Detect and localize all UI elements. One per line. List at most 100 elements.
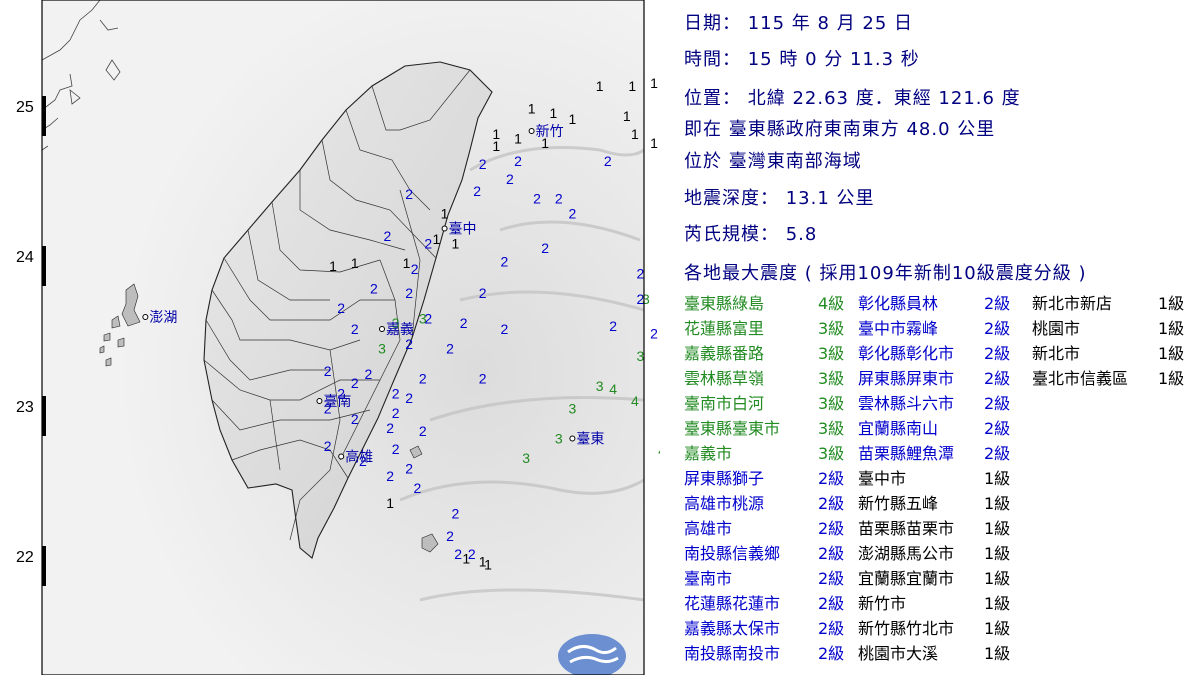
latitude-label: 25 — [16, 99, 34, 116]
station-intensity-marker: 2 — [479, 285, 487, 301]
relative-location-label: 即在 臺東縣政府東南東方 48.0 公里 — [684, 119, 996, 140]
intensity-level: 3級 — [818, 444, 845, 463]
city-dot — [379, 326, 385, 332]
city-label: 嘉義 — [386, 321, 414, 338]
city-label: 臺南 — [323, 394, 351, 410]
station-intensity-marker: 2 — [405, 285, 413, 301]
latitude-labels: 25 24 23 22 — [16, 99, 34, 566]
intensity-level: 1級 — [984, 494, 1011, 513]
station-name: 桃園市 — [1032, 319, 1081, 338]
station-intensity-marker: 4 — [631, 393, 639, 409]
station-intensity-marker: 2 — [411, 261, 419, 277]
station-intensity-marker: 1 — [329, 258, 337, 274]
intensity-row: 臺南市 2級 — [684, 566, 854, 591]
intensity-row: 臺東縣臺東市 3級 — [684, 416, 854, 441]
station-name: 彰化縣彰化市 — [858, 344, 955, 363]
station-name: 南投縣南投市 — [684, 644, 781, 663]
station-intensity-marker: 2 — [650, 326, 658, 342]
intensity-column-2: 彰化縣員林 2級 臺中市霧峰 2級 彰化縣彰化市 2級 屏東縣屏東市 2級 雲林縣斗六市 2級 宜蘭… — [858, 291, 1028, 666]
station-intensity-marker: 2 — [351, 375, 359, 391]
station-intensity-marker: 2 — [501, 254, 509, 270]
intensity-level: 1級 — [1158, 344, 1185, 363]
station-intensity-marker: 2 — [637, 266, 645, 282]
station-name: 雲林縣斗六市 — [858, 394, 955, 413]
intensity-level: 2級 — [818, 619, 845, 638]
station-intensity-marker: 2 — [337, 300, 345, 316]
station-intensity-marker: 2 — [370, 281, 378, 297]
station-name: 嘉義市 — [684, 444, 733, 463]
intensity-level: 1級 — [1158, 319, 1185, 338]
station-intensity-marker: 1 — [623, 108, 631, 124]
intensity-level: 2級 — [818, 544, 845, 563]
intensity-row: 屏東縣獅子 2級 — [684, 466, 854, 491]
intensity-row: 宜蘭縣南山 2級 — [858, 416, 1028, 441]
station-intensity-marker: 3 — [378, 341, 386, 357]
station-name: 新北市新店 — [1032, 294, 1113, 313]
station-name: 宜蘭縣南山 — [858, 419, 939, 438]
station-intensity-marker: 2 — [386, 420, 394, 436]
station-intensity-marker: 3 — [419, 311, 427, 327]
station-intensity-marker: 2 — [413, 480, 421, 496]
magnitude-label: 芮氏規模： 5.8 — [684, 224, 818, 245]
station-name: 臺中市 — [858, 469, 907, 488]
intensity-level: 3級 — [818, 419, 845, 438]
station-name: 花蓮縣富里 — [684, 319, 765, 338]
station-intensity-marker: 2 — [324, 363, 332, 379]
station-intensity-marker: 2 — [541, 240, 549, 256]
intensity-level: 2級 — [984, 394, 1011, 413]
intensity-level: 3級 — [818, 344, 845, 363]
intensity-row: 臺中市 1級 — [858, 466, 1028, 491]
station-name: 苗栗縣苗栗市 — [858, 519, 955, 538]
station-intensity-marker: 2 — [501, 321, 509, 337]
station-intensity-marker: 3 — [522, 450, 530, 466]
station-name: 彰化縣員林 — [858, 294, 939, 313]
intensity-row: 臺北市信義區 1級 — [1032, 366, 1200, 391]
station-name: 宜蘭縣宜蘭市 — [858, 569, 955, 588]
intensity-row: 彰化縣員林 2級 — [858, 291, 1028, 316]
station-intensity-marker: 2 — [386, 468, 394, 484]
station-intensity-marker: 2 — [365, 366, 373, 382]
intensity-row: 高雄市 2級 — [684, 516, 854, 541]
station-name: 高雄市 — [684, 519, 733, 538]
intensity-level: 1級 — [984, 544, 1011, 563]
intensity-row: 臺東縣綠島 4級 — [684, 291, 854, 316]
station-name: 花蓮縣花蓮市 — [684, 594, 781, 613]
intensity-level: 2級 — [818, 519, 845, 538]
station-intensity-marker: 2 — [479, 371, 487, 387]
intensity-level: 2級 — [818, 569, 845, 588]
station-name: 新竹市 — [858, 594, 907, 613]
intensity-level: 1級 — [1158, 294, 1185, 313]
station-intensity-marker: 1 — [528, 101, 536, 117]
latitude-label: 23 — [16, 399, 34, 416]
station-intensity-marker: 2 — [384, 228, 392, 244]
station-intensity-marker: 1 — [492, 138, 500, 154]
station-intensity-marker: 2 — [452, 506, 460, 522]
intensity-level: 3級 — [818, 319, 845, 338]
station-name: 新北市 — [1032, 344, 1081, 363]
position-label: 位置： 北緯 22.63 度．東經 121.6 度 — [684, 88, 1021, 109]
station-name: 屏東縣獅子 — [684, 469, 765, 488]
station-intensity-marker: 1 — [650, 135, 658, 151]
intensity-level: 3級 — [818, 394, 845, 413]
intensity-row: 新竹市 1級 — [858, 591, 1028, 616]
intensity-row: 宜蘭縣宜蘭市 1級 — [858, 566, 1028, 591]
intensity-row: 桃園市 1級 — [1032, 316, 1200, 341]
city-label: 臺東 — [576, 432, 604, 448]
intensity-row: 澎湖縣馬公市 1級 — [858, 541, 1028, 566]
intensity-row: 雲林縣草嶺 3級 — [684, 366, 854, 391]
station-intensity-marker: 3 — [569, 401, 577, 417]
intensity-level: 1級 — [984, 594, 1011, 613]
intensity-level: 2級 — [818, 594, 845, 613]
station-intensity-marker: 4 — [609, 381, 617, 397]
date-label: 日期： 115 年 8 月 25 日 — [684, 13, 914, 34]
intensity-level: 4級 — [818, 294, 845, 313]
intensity-level: 1級 — [984, 469, 1011, 488]
city-dot — [528, 128, 535, 134]
intensity-row: 苗栗縣苗栗市 1級 — [858, 516, 1028, 541]
station-intensity-marker: 2 — [324, 438, 332, 454]
city-dot — [569, 435, 576, 442]
time-label: 時間： 15 時 0 分 11.3 秒 — [684, 49, 920, 70]
station-name: 高雄市桃源 — [684, 494, 765, 513]
station-intensity-marker: 2 — [405, 336, 413, 352]
city-label: 高雄 — [345, 449, 373, 466]
